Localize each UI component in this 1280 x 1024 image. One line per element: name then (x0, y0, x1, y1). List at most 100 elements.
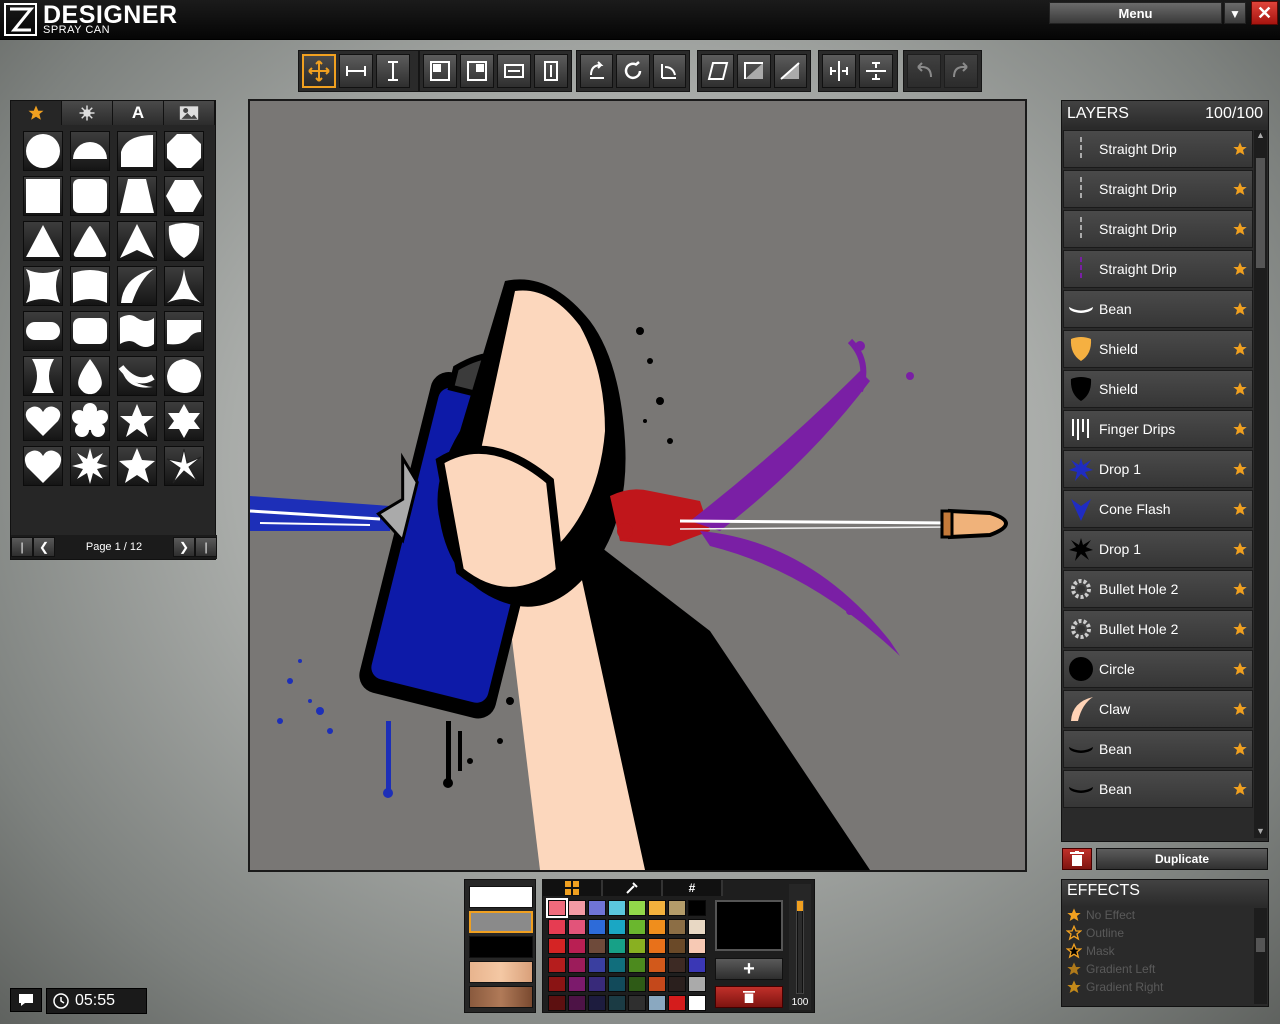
flip-horizontal-button[interactable] (737, 54, 771, 88)
palette-swatch[interactable] (548, 976, 566, 992)
chevron-down-icon[interactable]: ▼ (1224, 2, 1246, 24)
tab-swatches[interactable] (543, 880, 603, 896)
palette-swatch[interactable] (648, 995, 666, 1011)
scroll-down-icon[interactable]: ▼ (1254, 826, 1267, 838)
delete-layer-button[interactable] (1062, 848, 1092, 870)
palette-swatch[interactable] (648, 919, 666, 935)
shape-arched-rect[interactable] (70, 266, 110, 306)
shape-square[interactable] (23, 176, 63, 216)
effect-option[interactable]: No Effect (1062, 906, 1268, 924)
shape-heart-bold[interactable] (23, 446, 63, 486)
effect-option[interactable]: Gradient Left (1062, 960, 1268, 978)
favorite-star-button[interactable] (1232, 661, 1248, 677)
shape-hexagon[interactable] (164, 176, 204, 216)
favorite-star-button[interactable] (1232, 621, 1248, 637)
palette-swatch[interactable] (668, 919, 686, 935)
palette-swatch[interactable] (608, 957, 626, 973)
layer-row[interactable]: Drop 1 (1063, 530, 1253, 568)
tab-splats[interactable] (62, 101, 113, 125)
layer-row[interactable]: Drop 1 (1063, 450, 1253, 488)
prev-page-icon[interactable]: ❮ (33, 537, 55, 557)
layer-row[interactable]: Claw (1063, 690, 1253, 728)
shape-triangle[interactable] (23, 221, 63, 261)
palette-swatch[interactable] (568, 976, 586, 992)
palette-swatch[interactable] (608, 938, 626, 954)
effect-option[interactable]: Outline (1062, 924, 1268, 942)
align-top-left-button[interactable] (423, 54, 457, 88)
center-vertical-button[interactable] (859, 54, 893, 88)
redo-button[interactable] (944, 54, 978, 88)
shape-rounded-square[interactable] (70, 176, 110, 216)
palette-swatch[interactable] (648, 976, 666, 992)
undo-button[interactable] (907, 54, 941, 88)
shape-circle[interactable] (23, 131, 63, 171)
favorite-star-button[interactable] (1232, 421, 1248, 437)
shape-hexagram[interactable] (164, 401, 204, 441)
favorite-star-button[interactable] (1232, 701, 1248, 717)
shape-wave-flag[interactable] (117, 311, 157, 351)
favorite-star-button[interactable] (1232, 341, 1248, 357)
layer-row[interactable]: Circle (1063, 650, 1253, 688)
shape-starburst[interactable] (70, 446, 110, 486)
stretch-horizontal-button[interactable] (497, 54, 531, 88)
next-page-icon[interactable]: ❯ (173, 537, 195, 557)
menu-button[interactable]: Menu (1049, 2, 1222, 24)
shape-hourglass[interactable] (23, 356, 63, 396)
scroll-thumb[interactable] (1256, 938, 1265, 952)
layer-row[interactable]: Bean (1063, 730, 1253, 768)
skew-button[interactable] (701, 54, 735, 88)
palette-swatch[interactable] (548, 938, 566, 954)
tab-eyedropper[interactable] (603, 880, 663, 896)
shape-rounded-triangle[interactable] (70, 221, 110, 261)
shape-trapezoid[interactable] (117, 176, 157, 216)
close-icon[interactable]: ✕ (1251, 1, 1278, 25)
opacity-track[interactable] (796, 900, 804, 994)
palette-swatch[interactable] (668, 995, 686, 1011)
palette-swatch[interactable] (588, 976, 606, 992)
layer-row[interactable]: Bullet Hole 2 (1063, 610, 1253, 648)
palette-swatch[interactable] (568, 900, 586, 916)
layer-row[interactable]: Straight Drip (1063, 250, 1253, 288)
palette-swatch[interactable] (546, 898, 568, 918)
layer-row[interactable]: Bean (1063, 290, 1253, 328)
palette-swatch[interactable] (628, 957, 646, 973)
shape-pill[interactable] (23, 311, 63, 351)
palette-swatch[interactable] (668, 957, 686, 973)
shape-swirl-star[interactable] (164, 446, 204, 486)
tab-images[interactable] (164, 101, 215, 125)
favorite-star-button[interactable] (1232, 141, 1248, 157)
layer-row[interactable]: Shield (1063, 330, 1253, 368)
palette-swatch[interactable] (608, 976, 626, 992)
shape-arrow-triangle[interactable] (117, 221, 157, 261)
opacity-knob[interactable] (797, 901, 803, 911)
palette-swatch[interactable] (548, 995, 566, 1011)
fill-swatch-white[interactable] (469, 886, 533, 908)
align-top-right-button[interactable] (460, 54, 494, 88)
opacity-slider[interactable]: 100 (789, 884, 811, 1010)
design-canvas[interactable] (250, 101, 1025, 870)
palette-swatch[interactable] (568, 995, 586, 1011)
shape-claw[interactable] (117, 266, 157, 306)
palette-swatch[interactable] (568, 957, 586, 973)
chat-button[interactable] (10, 988, 42, 1012)
center-horizontal-button[interactable] (822, 54, 856, 88)
palette-swatch[interactable] (588, 900, 606, 916)
palette-swatch[interactable] (628, 995, 646, 1011)
effect-option[interactable]: Gradient Right (1062, 978, 1268, 996)
palette-swatch[interactable] (608, 995, 626, 1011)
layer-row[interactable]: Straight Drip (1063, 170, 1253, 208)
palette-swatch[interactable] (588, 995, 606, 1011)
shape-crescent[interactable] (117, 356, 157, 396)
favorite-star-button[interactable] (1232, 181, 1248, 197)
favorite-star-button[interactable] (1232, 221, 1248, 237)
shape-half-circle[interactable] (70, 131, 110, 171)
palette-swatch[interactable] (588, 919, 606, 935)
rotate-right-button[interactable] (652, 54, 686, 88)
layer-row[interactable]: Bean (1063, 770, 1253, 808)
palette-swatch[interactable] (688, 995, 706, 1011)
shape-concave-triangle[interactable] (164, 266, 204, 306)
palette-swatch[interactable] (648, 957, 666, 973)
palette-swatch[interactable] (668, 976, 686, 992)
add-color-button[interactable]: + (715, 958, 783, 980)
palette-swatch[interactable] (688, 976, 706, 992)
